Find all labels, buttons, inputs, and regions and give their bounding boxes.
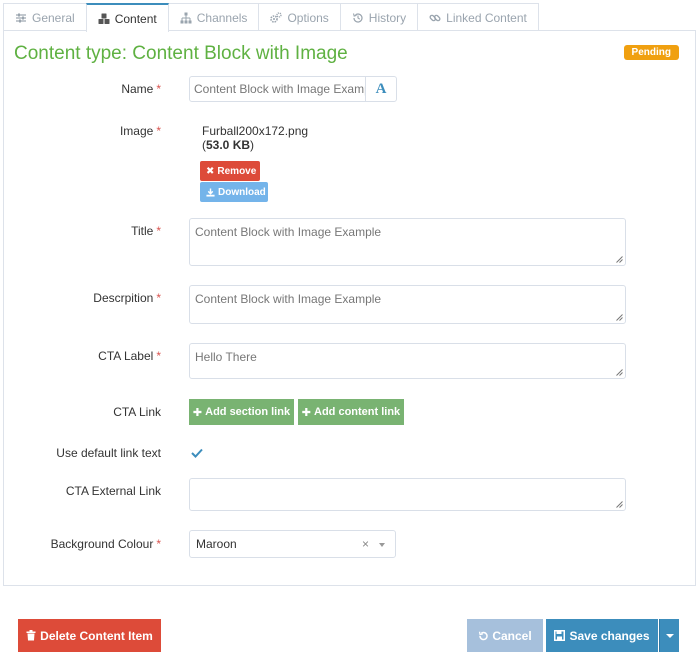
tab-label: General — [32, 10, 75, 25]
name-label-text: Name — [121, 82, 154, 96]
file-size: (53.0 KB) — [202, 138, 254, 152]
title-textarea[interactable]: Content Block with Image Example — [189, 218, 626, 266]
description-label: Descrpition * — [4, 291, 161, 305]
cta-label-label: CTA Label * — [4, 349, 161, 363]
background-colour-label: Background Colour * — [4, 537, 161, 551]
download-icon — [206, 187, 215, 197]
undo-icon — [478, 631, 489, 641]
tab-options[interactable]: Options — [258, 3, 341, 31]
add-section-link-button[interactable]: ✚ Add section link — [189, 399, 294, 425]
delete-label: Delete Content Item — [40, 628, 153, 643]
required-marker: * — [156, 124, 161, 138]
cogs-icon — [270, 11, 283, 24]
status-badge: Pending — [623, 45, 679, 60]
background-colour-select[interactable]: Maroon × — [189, 530, 396, 558]
image-label: Image * — [4, 124, 161, 138]
background-colour-value: Maroon — [196, 537, 237, 551]
content-panel: Content type: Content Block with Image P… — [3, 30, 696, 586]
cta-label-textarea[interactable]: Hello There — [189, 343, 626, 379]
tab-label: Channels — [196, 10, 248, 25]
sliders-icon — [15, 12, 27, 24]
tab-label: Linked Content — [446, 10, 527, 25]
chevron-down-icon[interactable] — [379, 543, 385, 547]
resize-grip-icon[interactable] — [616, 501, 623, 508]
title-value: Content Block with Image Example — [195, 225, 382, 239]
required-marker: * — [156, 291, 161, 305]
description-value: Content Block with Image Example — [195, 292, 382, 306]
cta-external-link-textarea[interactable] — [189, 478, 626, 511]
file-size-value: 53.0 KB — [206, 138, 251, 152]
tab-general[interactable]: General — [3, 3, 87, 31]
resize-grip-icon[interactable] — [616, 369, 623, 376]
remove-label: Remove — [217, 165, 257, 177]
description-textarea[interactable]: Content Block with Image Example — [189, 285, 626, 324]
tab-channels[interactable]: Channels — [167, 3, 260, 31]
tab-label: Options — [287, 10, 329, 25]
save-changes-button[interactable]: Save changes — [546, 619, 658, 652]
file-name: Furball200x172.png — [202, 124, 309, 138]
cta-link-label-text: CTA Link — [113, 405, 161, 419]
plus-icon: ✚ — [192, 406, 203, 419]
save-icon — [554, 630, 566, 641]
add-section-link-label: Add section link — [205, 406, 291, 418]
required-marker: * — [156, 349, 161, 363]
cancel-label: Cancel — [492, 628, 532, 643]
history-icon — [352, 12, 364, 24]
add-content-link-label: Add content link — [314, 406, 401, 418]
close-icon: ✖ — [206, 165, 215, 177]
check-icon — [191, 448, 203, 458]
sitemap-icon — [180, 12, 192, 24]
use-default-link-text-label-text: Use default link text — [56, 446, 161, 460]
resize-grip-icon[interactable] — [616, 256, 623, 263]
name-label: Name * — [4, 82, 161, 96]
title-label: Title * — [4, 224, 161, 238]
required-marker: * — [156, 82, 161, 96]
cancel-button[interactable]: Cancel — [467, 619, 543, 652]
resize-grip-icon[interactable] — [616, 314, 623, 321]
cta-label-value: Hello There — [195, 350, 257, 364]
tab-label: History — [368, 10, 407, 25]
download-button[interactable]: Download — [200, 182, 268, 202]
save-options-dropdown-button[interactable] — [659, 619, 679, 652]
description-label-text: Descrpition — [93, 291, 154, 305]
cta-external-link-label-text: CTA External Link — [65, 484, 161, 498]
remove-button[interactable]: ✖ Remove — [200, 161, 260, 181]
name-input[interactable]: Content Block with Image Examp — [190, 77, 365, 101]
tab-linked-content[interactable]: Linked Content — [417, 3, 539, 31]
use-default-link-text-checkbox[interactable] — [190, 446, 204, 460]
required-marker: * — [156, 537, 161, 551]
cta-external-link-label: CTA External Link — [4, 484, 161, 498]
required-marker: * — [156, 224, 161, 238]
download-label: Download — [218, 186, 266, 198]
title-label-text: Title — [131, 224, 154, 238]
add-content-link-button[interactable]: ✚ Add content link — [298, 399, 404, 425]
use-default-link-text-label: Use default link text — [4, 446, 161, 460]
cta-link-label: CTA Link — [4, 405, 161, 419]
plus-icon: ✚ — [301, 406, 312, 419]
image-label-text: Image — [119, 124, 154, 138]
tab-label: Content — [114, 11, 157, 26]
tab-content[interactable]: Content — [85, 3, 169, 32]
cubes-icon — [98, 13, 110, 25]
save-label: Save changes — [569, 628, 650, 643]
file-size-close: ) — [250, 138, 255, 152]
delete-content-item-button[interactable]: Delete Content Item — [18, 619, 161, 652]
trash-icon — [26, 630, 36, 641]
page-title: Content type: Content Block with Image — [14, 43, 348, 64]
tab-bar: General Content Channels Options History… — [3, 3, 539, 32]
clear-icon[interactable]: × — [362, 537, 369, 551]
name-field[interactable]: Content Block with Image Examp A — [189, 76, 397, 102]
tab-history[interactable]: History — [339, 3, 419, 31]
background-colour-label-text: Background Colour — [50, 537, 154, 551]
translate-button[interactable]: A — [365, 77, 396, 101]
link-icon — [429, 12, 441, 24]
caret-down-icon — [665, 633, 674, 638]
cta-label-label-text: CTA Label — [98, 349, 154, 363]
